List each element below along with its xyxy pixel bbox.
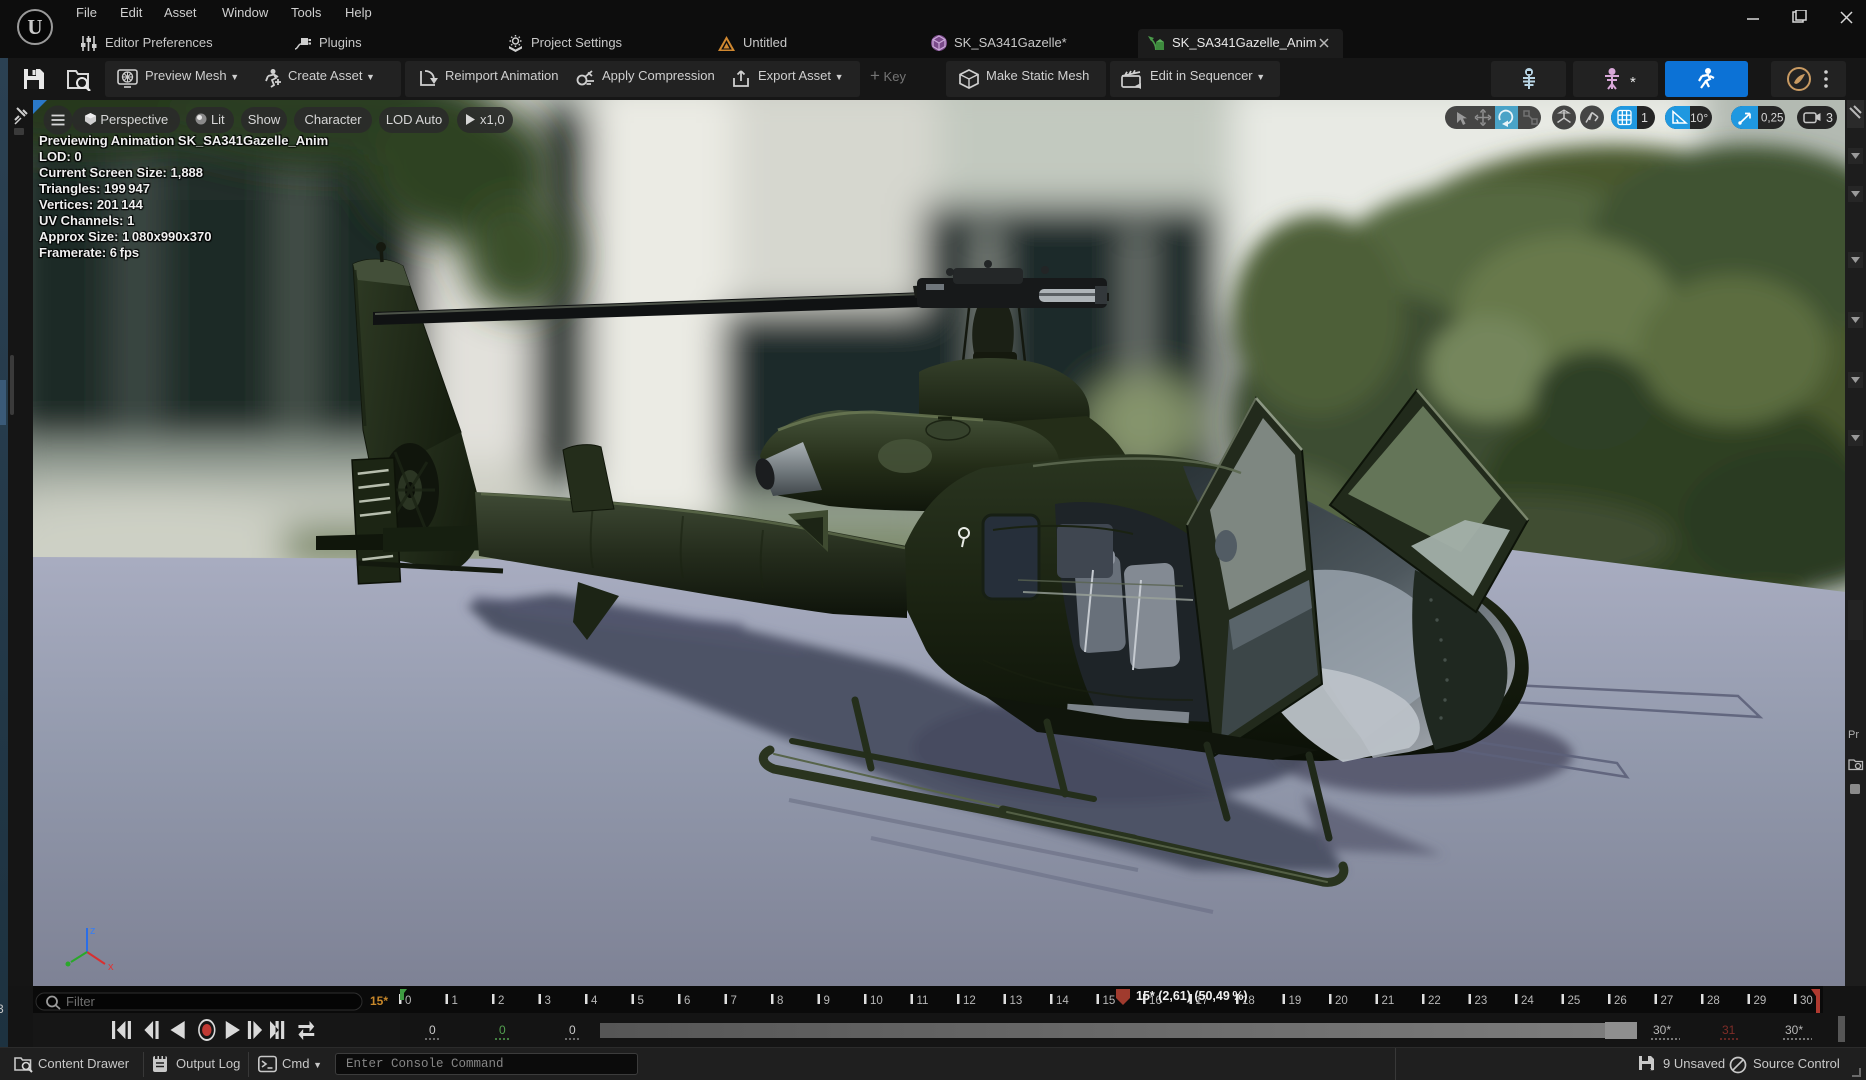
svg-text:*: * (1630, 74, 1636, 91)
svg-text:9: 9 (824, 995, 830, 1007)
svg-text:10°: 10° (1690, 111, 1708, 125)
svg-text:15: 15 (1103, 995, 1116, 1007)
svg-text:0: 0 (499, 1023, 506, 1037)
svg-text:15*: 15* (370, 994, 388, 1008)
svg-text:*: * (1650, 1066, 1654, 1074)
svg-text:13: 13 (1010, 995, 1023, 1007)
svg-text:5: 5 (638, 995, 644, 1007)
svg-text:0: 0 (405, 995, 411, 1007)
svg-text:30*: 30* (1785, 1023, 1803, 1037)
svg-text:7: 7 (731, 995, 737, 1007)
svg-text:26: 26 (1614, 995, 1627, 1007)
svg-text:12: 12 (963, 995, 976, 1007)
svg-text:0: 0 (429, 1023, 436, 1037)
svg-text:Pr: Pr (1848, 729, 1859, 741)
svg-text:3: 3 (545, 995, 551, 1007)
svg-text:30*: 30* (1653, 1023, 1671, 1037)
svg-text:20: 20 (1335, 995, 1348, 1007)
svg-text:3: 3 (1826, 111, 1833, 125)
svg-text:25: 25 (1568, 995, 1581, 1007)
svg-text:27: 27 (1661, 995, 1674, 1007)
svg-text:1: 1 (1641, 111, 1648, 125)
svg-text:15* (2,61) (50,49 %): 15* (2,61) (50,49 %) (1136, 989, 1248, 1003)
svg-text:11: 11 (917, 995, 929, 1007)
svg-text:14: 14 (1056, 995, 1069, 1007)
svg-text:24: 24 (1521, 995, 1534, 1007)
svg-text:U: U (27, 15, 42, 39)
svg-text:23: 23 (1475, 995, 1488, 1007)
svg-text:10: 10 (870, 995, 883, 1007)
svg-text:21: 21 (1382, 995, 1395, 1007)
svg-text:31: 31 (1722, 1023, 1736, 1037)
svg-text:0: 0 (569, 1023, 576, 1037)
svg-text:28: 28 (1707, 995, 1720, 1007)
svg-text:19: 19 (1289, 995, 1302, 1007)
svg-text:z: z (90, 925, 96, 937)
svg-text:2: 2 (498, 995, 504, 1007)
svg-text:4: 4 (591, 995, 598, 1007)
svg-text:1: 1 (452, 995, 458, 1007)
svg-text:30: 30 (1800, 995, 1813, 1007)
svg-text:6: 6 (684, 995, 690, 1007)
svg-text:Filter: Filter (66, 994, 96, 1009)
svg-text:x: x (108, 961, 114, 973)
svg-text:22: 22 (1428, 995, 1441, 1007)
svg-text:0,25: 0,25 (1761, 113, 1783, 125)
svg-text:29: 29 (1754, 995, 1767, 1007)
svg-text:8: 8 (777, 995, 783, 1007)
